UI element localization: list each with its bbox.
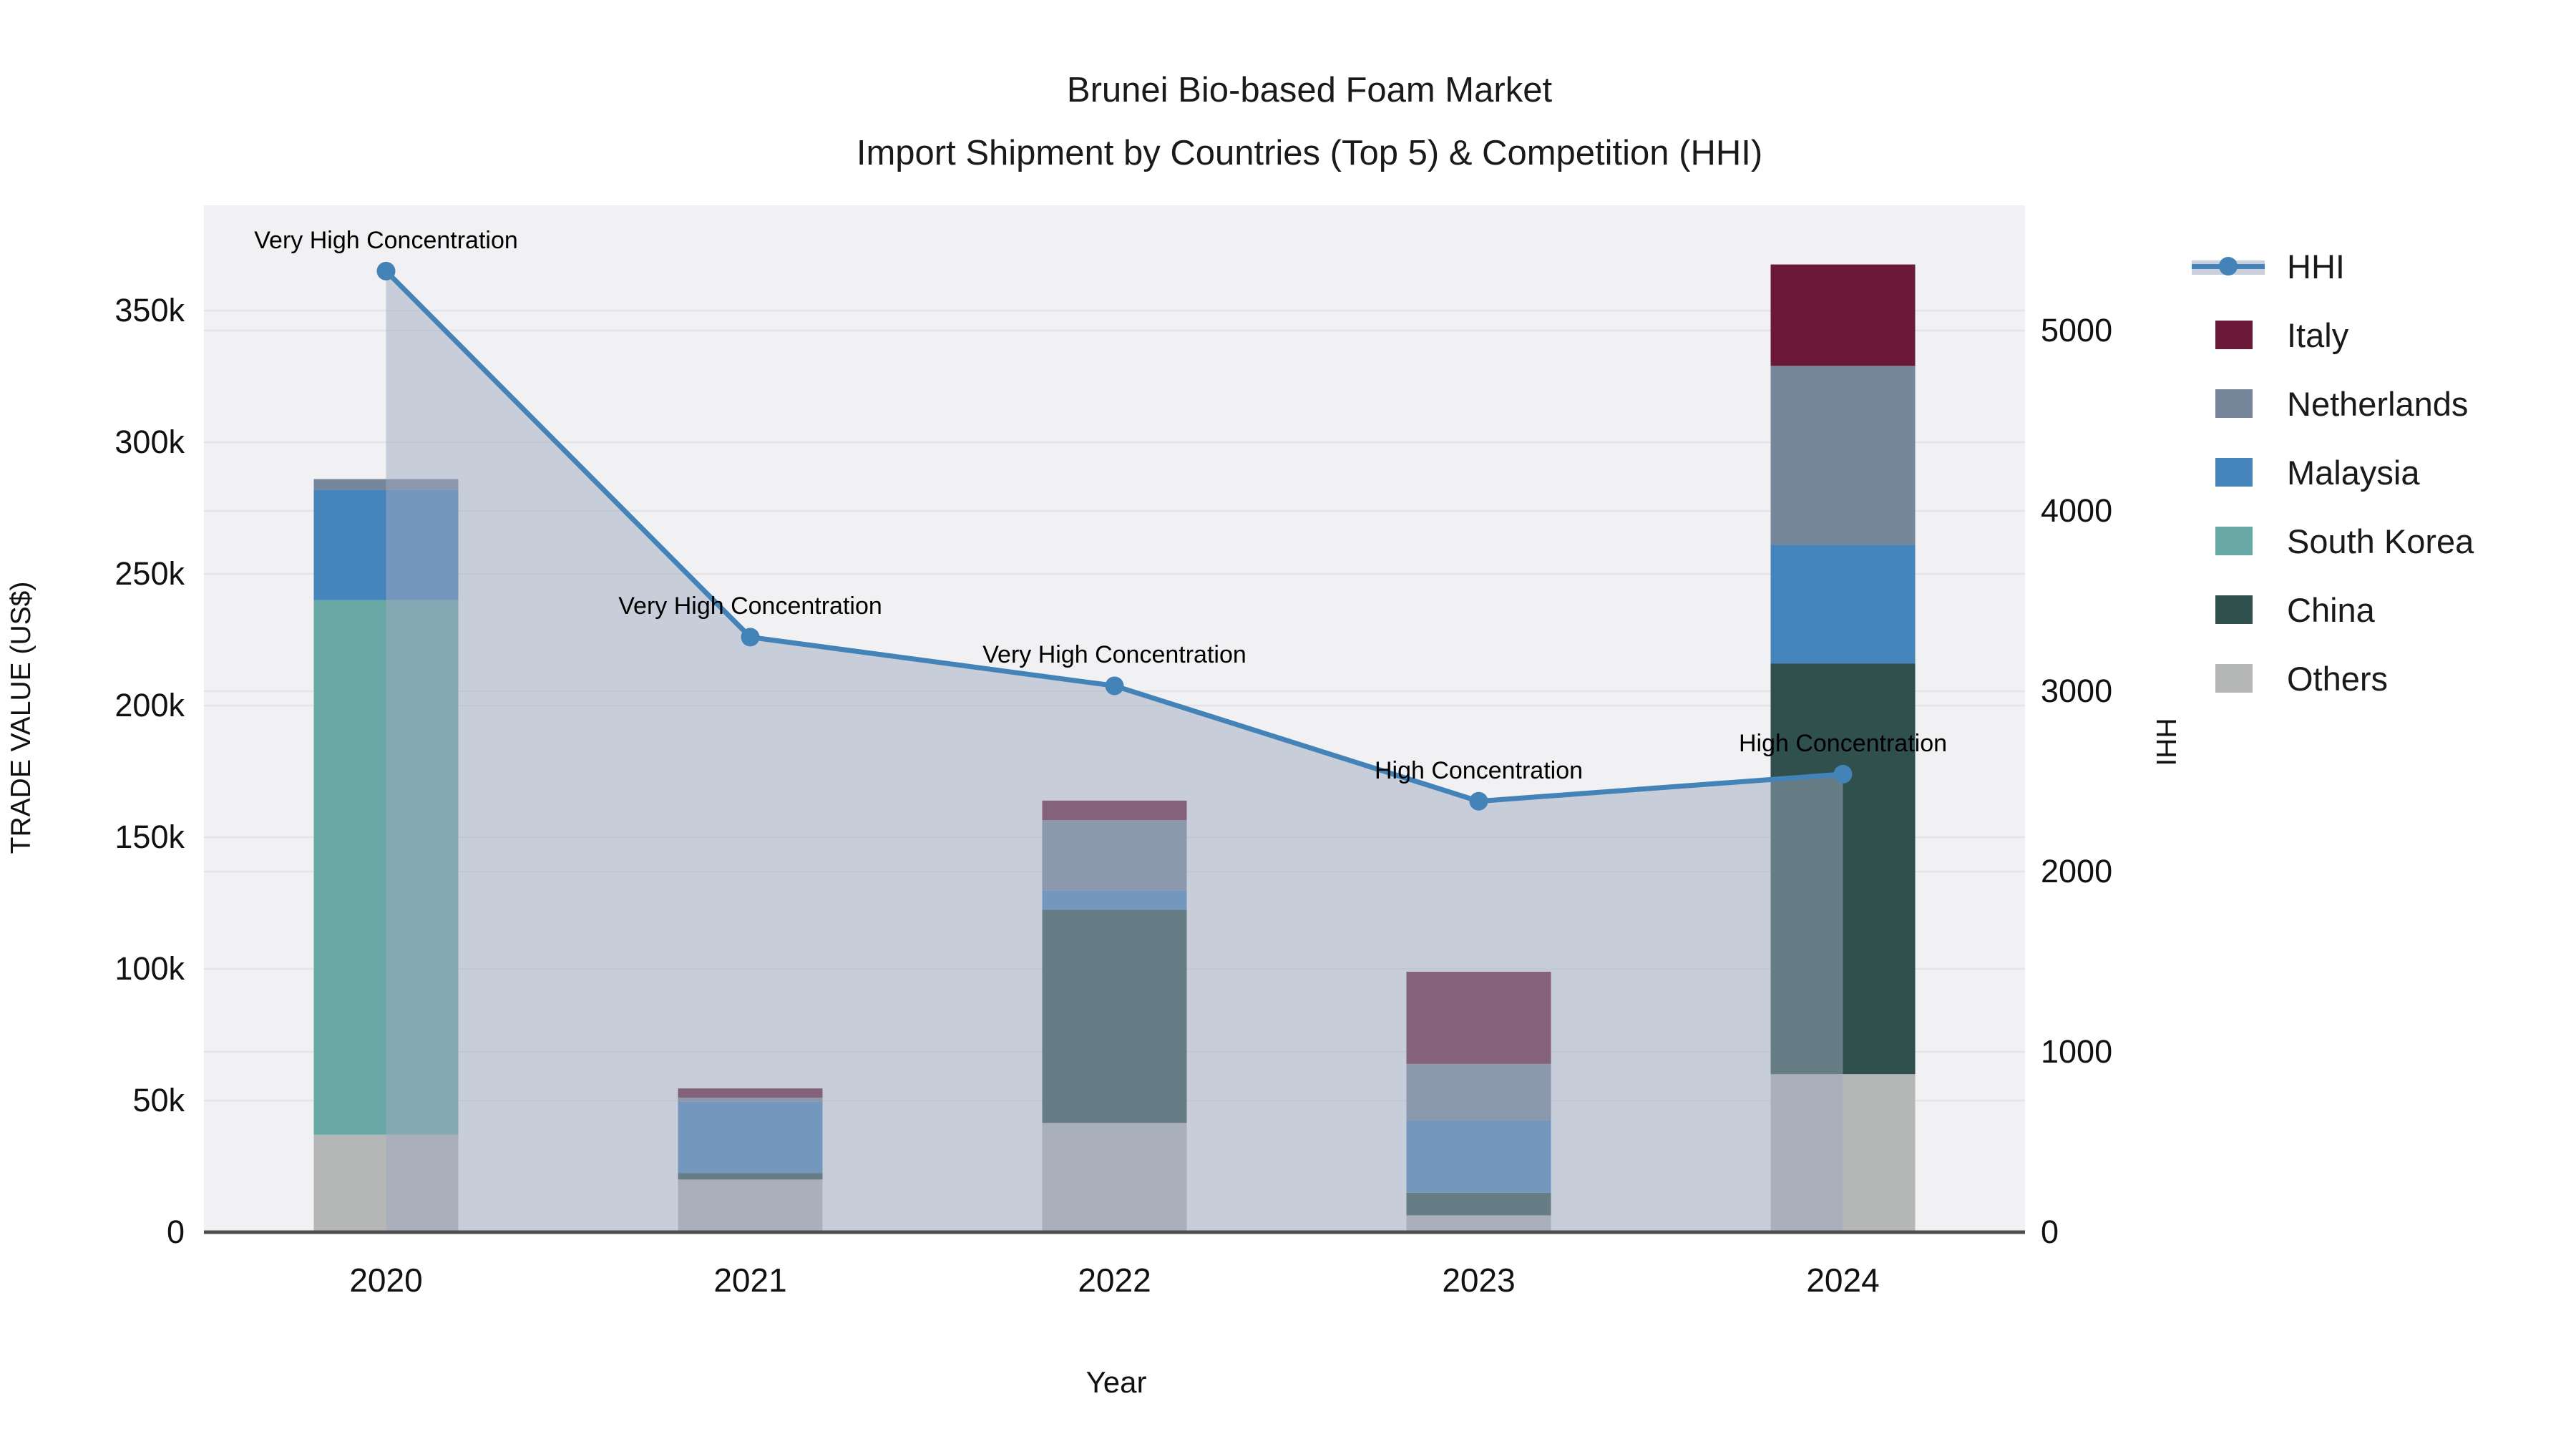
x-tick-2023: 2023 [1442,1262,1516,1299]
legend-swatch-netherlands [2215,389,2253,418]
annotation-2024: High Concentration [1738,729,1948,757]
legend-item-malaysia: Malaysia [2190,438,2576,507]
legend-hhi-marker-swatch [2219,257,2238,275]
y-left-tick-150k: 150k [114,819,185,855]
hhi-marker-2020 [376,261,396,280]
legend-item-italy: Italy [2190,301,2576,369]
hhi-marker-2023 [1469,791,1488,811]
bar-segment-italy-2024 [1770,264,1916,366]
hhi-marker-2021 [741,628,760,647]
y-left-tick-350k: 350k [114,292,185,328]
legend-swatch-italy [2215,321,2253,349]
y-left-tick-0: 0 [166,1214,185,1250]
x-tick-2020: 2020 [349,1262,423,1299]
y-axis-title-left: TRADE VALUE (US$) [6,581,36,854]
x-tick-2021: 2021 [713,1262,787,1299]
hhi-marker-2022 [1105,676,1124,696]
legend-item-netherlands: Netherlands [2190,369,2576,438]
legend-swatch-malaysia [2215,458,2253,487]
y-right-tick-3000: 3000 [2041,673,2113,709]
y-left-tick-300k: 300k [114,424,185,460]
annotation-2022: Very High Concentration [982,641,1246,669]
x-tick-2024: 2024 [1806,1262,1880,1299]
legend-item-others: Others [2190,644,2576,713]
legend-label-south-korea: South Korea [2287,522,2474,560]
bar-segment-netherlands-2024 [1770,366,1916,545]
legend-item-south-korea: South Korea [2190,507,2576,575]
legend-item-hhi: HHI [2190,232,2576,301]
bar-segment-malaysia-2024 [1770,545,1916,664]
legend-label-others: Others [2287,659,2389,698]
legend-label-hhi: HHI [2287,247,2345,286]
legend-swatch-china [2215,595,2253,624]
y-right-tick-4000: 4000 [2041,492,2113,529]
y-axis-title-right: HHI [2150,718,2181,766]
y-right-tick-0: 0 [2041,1214,2059,1250]
legend-label-netherlands: Netherlands [2287,384,2469,423]
annotation-2021: Very High Concentration [618,592,882,620]
legend-label-italy: Italy [2287,316,2349,354]
legend-label-china: China [2287,590,2375,629]
y-right-tick-5000: 5000 [2041,312,2113,348]
x-axis-title: Year [1085,1365,1147,1399]
y-right-tick-2000: 2000 [2041,853,2113,889]
plot-area [204,205,2025,1234]
y-right-tick-1000: 1000 [2041,1033,2113,1070]
x-tick-2022: 2022 [1078,1262,1151,1299]
annotation-2023: High Concentration [1374,756,1584,784]
y-left-tick-100k: 100k [114,950,185,987]
y-left-tick-250k: 250k [114,555,185,592]
y-left-tick-50k: 50k [132,1082,185,1118]
legend-hhi-line-sample [2192,252,2265,280]
legend-swatch-others [2215,664,2253,693]
y-left-tick-200k: 200k [114,687,185,723]
annotation-2020: Very High Concentration [254,226,518,254]
legend-label-malaysia: Malaysia [2287,453,2420,492]
chart-canvas: Brunei Bio-based Foam Market Import Ship… [0,0,2576,1449]
legend-swatch-south-korea [2215,527,2253,555]
legend-item-china: China [2190,575,2576,644]
hhi-marker-2024 [1833,764,1853,784]
